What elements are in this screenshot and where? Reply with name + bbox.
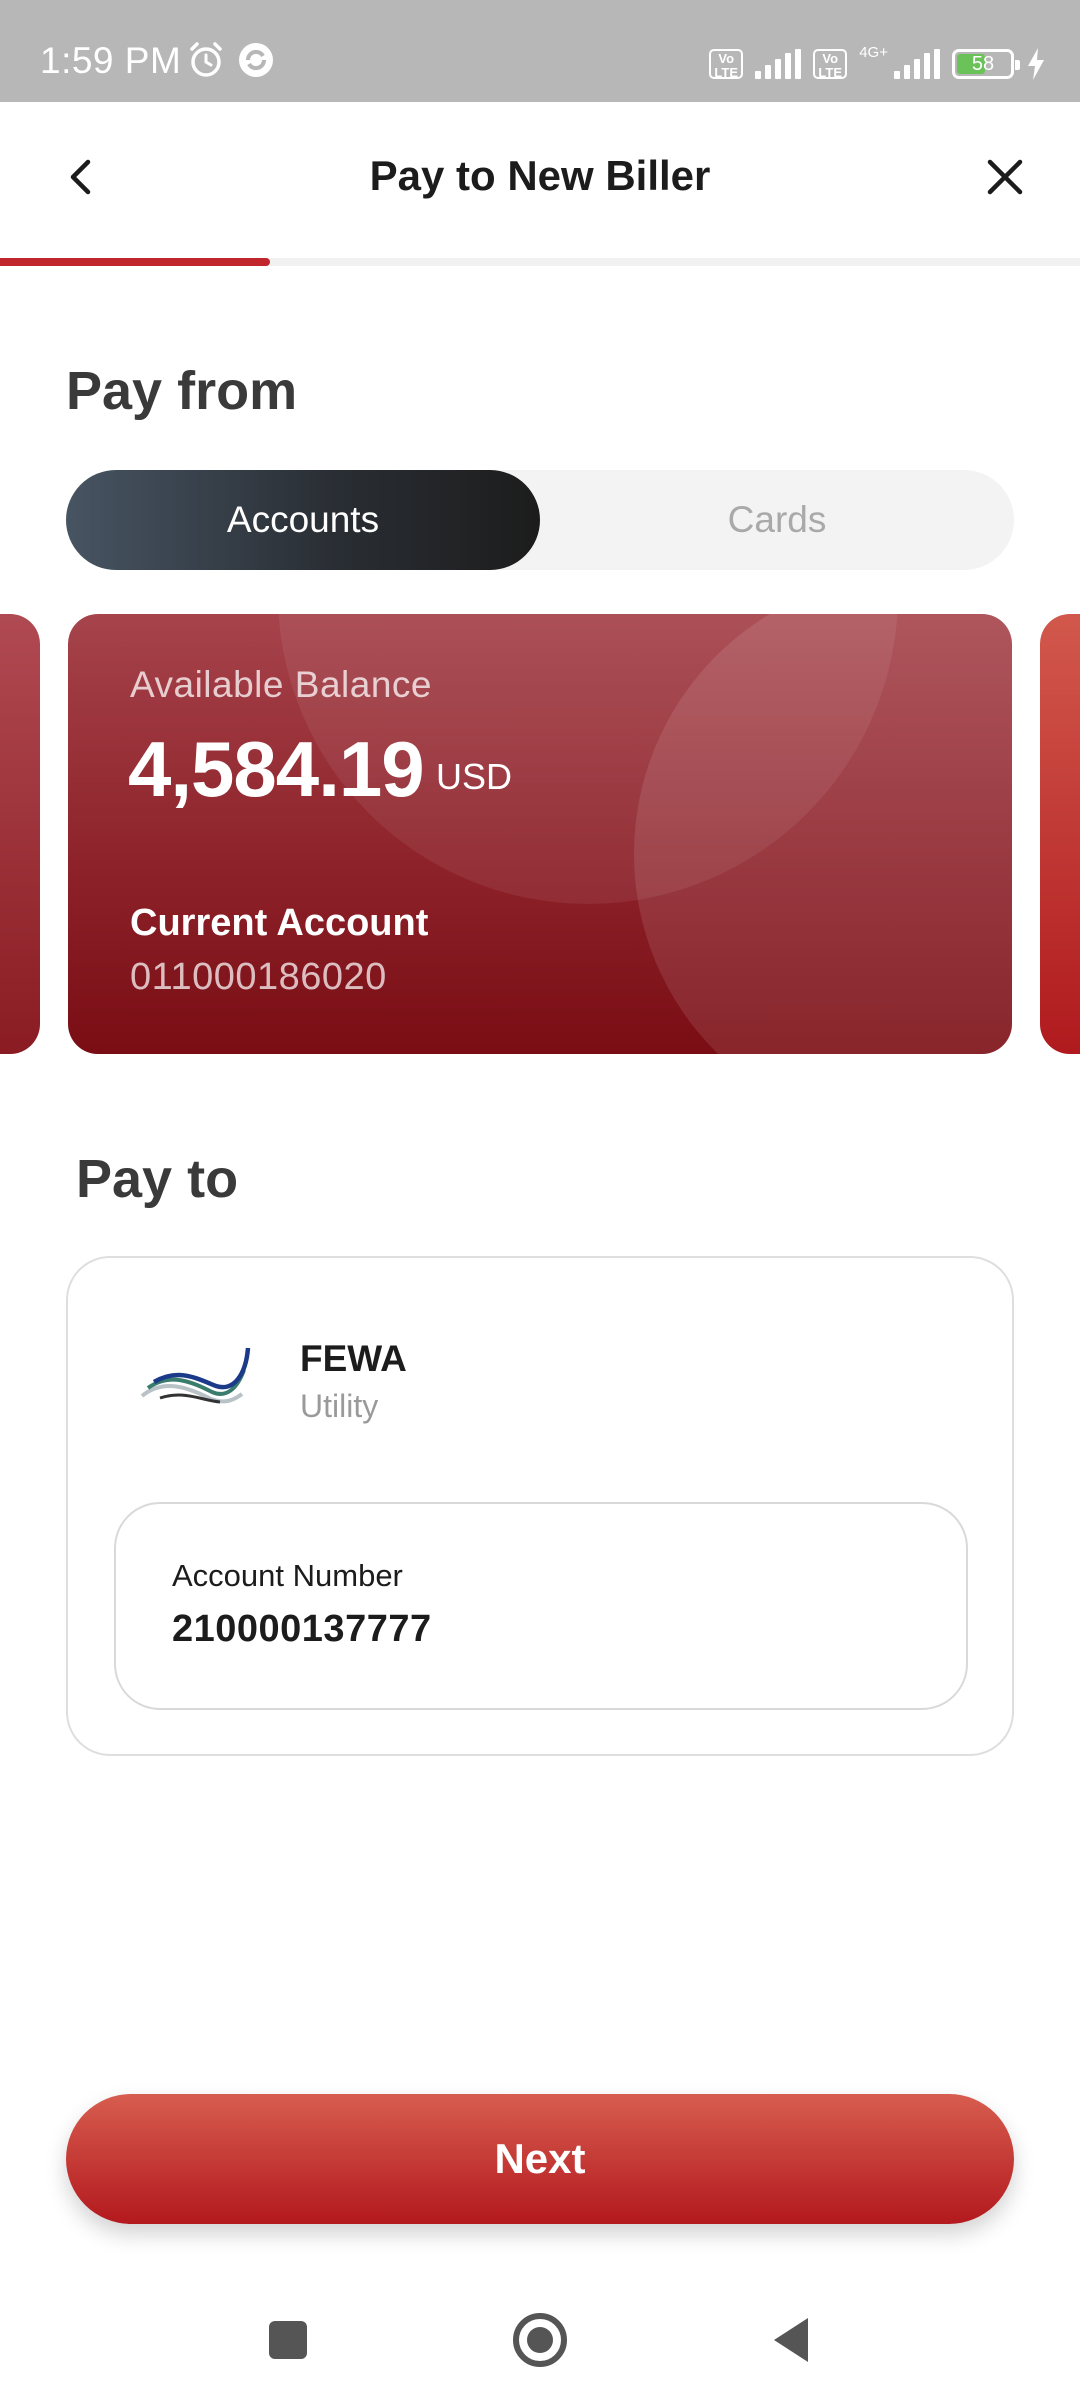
account-number-field[interactable]: Account Number 210000137777	[114, 1502, 968, 1710]
account-number-label: Account Number	[172, 1558, 403, 1593]
system-nav-bar	[0, 2270, 1080, 2400]
status-bar: 1:59 PM Vo LTE Vo LTE 4G+ 58	[0, 0, 1080, 102]
tab-accounts[interactable]: Accounts	[66, 470, 540, 570]
balance-currency: USD	[436, 756, 513, 797]
biller-category: Utility	[300, 1388, 379, 1424]
biller-name: FEWA	[300, 1338, 407, 1379]
triangle-back-icon[interactable]	[762, 2310, 822, 2370]
balance-amount: 4,584.19	[128, 725, 425, 813]
status-time: 1:59 PM	[40, 40, 182, 81]
pay-from-title: Pay from	[66, 361, 298, 421]
volte-icon-2: Vo LTE	[813, 49, 848, 80]
battery-icon: 58	[952, 49, 1020, 79]
next-button[interactable]: Next	[66, 2094, 1014, 2224]
account-type: Current Account	[130, 902, 429, 944]
volte-icon: Vo LTE	[709, 49, 744, 80]
previous-account-card[interactable]	[0, 614, 40, 1054]
fewa-logo-icon	[140, 1347, 251, 1404]
source-type-toggle: Accounts Cards	[66, 470, 1014, 570]
page-title: Pay to New Biller	[369, 152, 711, 199]
account-card[interactable]: Available Balance 4,584.19 USD Current A…	[68, 614, 1012, 1054]
account-number: 011000186020	[130, 956, 387, 998]
close-button[interactable]	[980, 152, 1030, 202]
account-number-value[interactable]: 210000137777	[172, 1608, 432, 1651]
header: Pay to New Biller	[0, 102, 1080, 252]
alarm-icon	[190, 42, 222, 77]
battery-level: 58	[971, 53, 995, 75]
tab-cards[interactable]: Cards	[540, 470, 1014, 570]
screen: 1:59 PM Vo LTE Vo LTE 4G+ 58 Pay to New …	[0, 0, 1080, 2400]
charging-icon	[1028, 48, 1044, 80]
biller-panel: FEWA Utility Account Number 210000137777	[66, 1256, 1014, 1756]
balance-label: Available Balance	[130, 664, 432, 705]
signal-icon	[755, 49, 802, 79]
step-progress-bar	[0, 258, 1080, 266]
status-indicators: Vo LTE Vo LTE 4G+ 58	[709, 44, 1046, 84]
network-type-label: 4G+	[859, 43, 888, 61]
next-account-card[interactable]	[1040, 614, 1080, 1054]
sync-icon	[239, 43, 273, 77]
step-progress-fill	[0, 258, 270, 266]
pay-to-title: Pay to	[76, 1149, 239, 1209]
signal-icon-2	[894, 49, 940, 79]
square-icon[interactable]	[258, 2310, 318, 2370]
circle-icon[interactable]	[510, 2310, 570, 2370]
